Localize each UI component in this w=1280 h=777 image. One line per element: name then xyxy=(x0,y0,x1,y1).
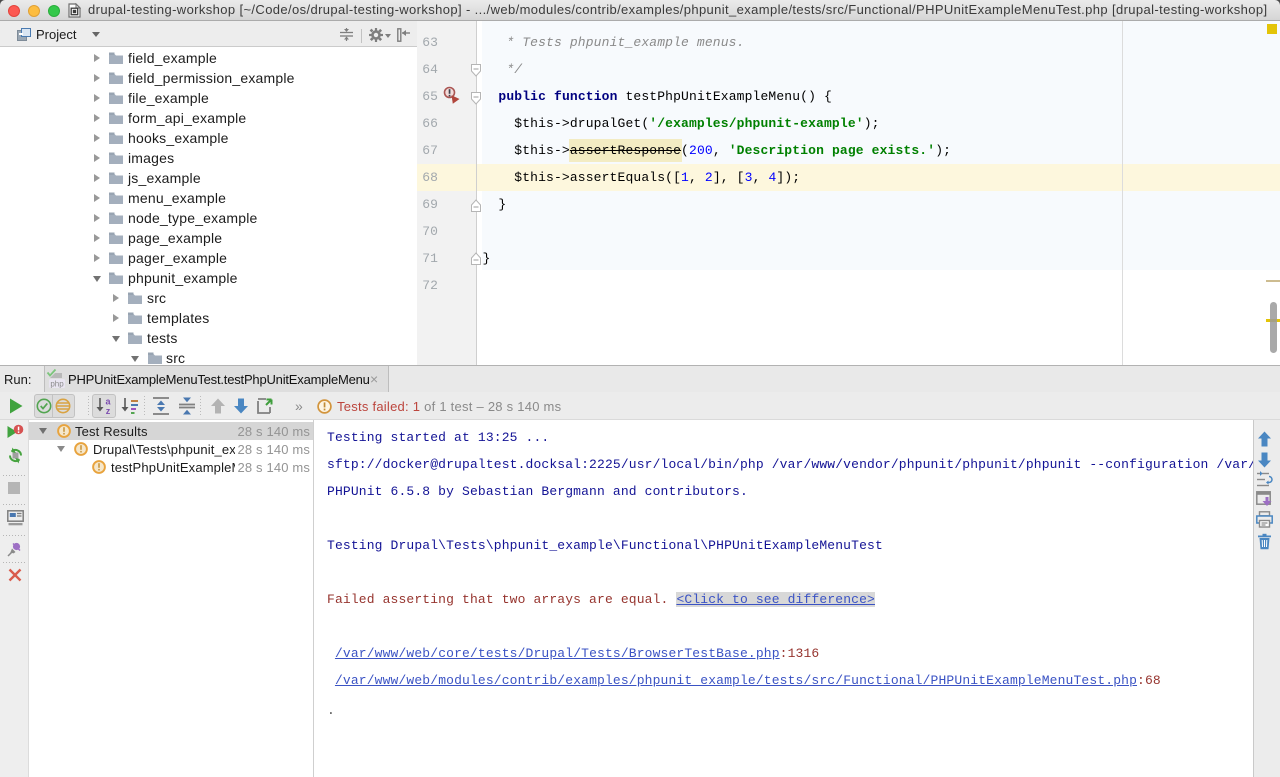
svg-text:php: php xyxy=(50,380,64,389)
svg-text:z: z xyxy=(106,406,111,415)
